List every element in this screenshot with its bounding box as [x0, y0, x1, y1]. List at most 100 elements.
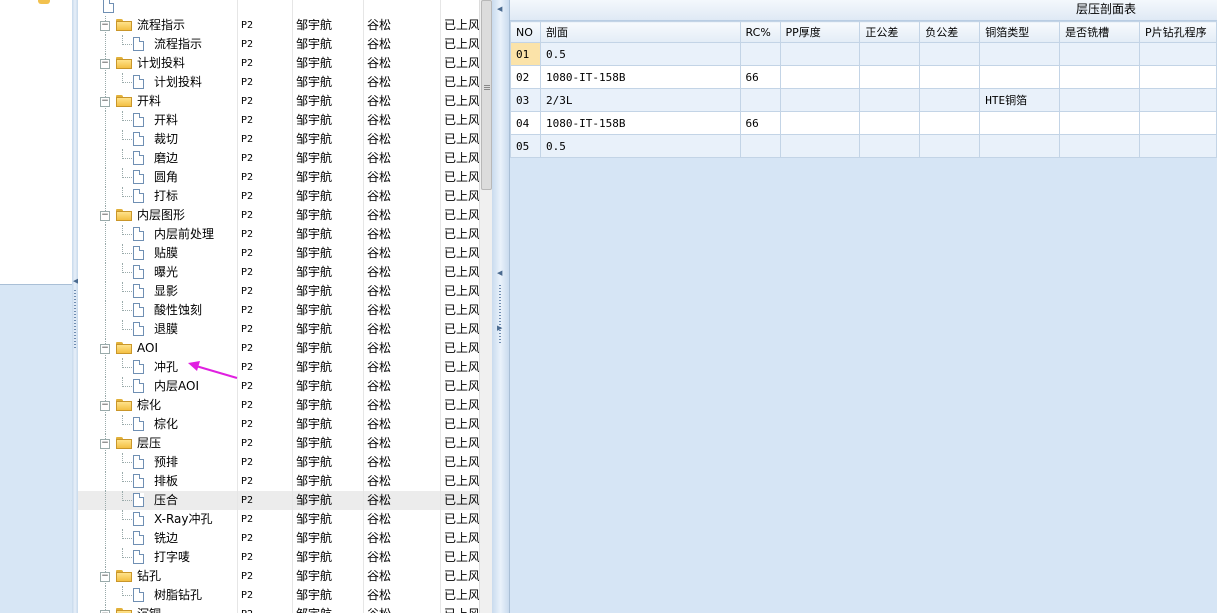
tree-node[interactable]: 内层AOI [78, 377, 233, 396]
table-cell[interactable]: 1080-IT-158B [539, 111, 741, 135]
tree-item-row[interactable]: 圆角 P2 邹宇航 谷松 已上风 [78, 168, 479, 187]
tree-node[interactable]: 预排 [78, 453, 233, 472]
table-cell[interactable] [739, 134, 781, 158]
tree-item-row[interactable]: 裁切 P2 邹宇航 谷松 已上风 [78, 130, 479, 149]
collapse-toggle-icon[interactable]: − [100, 344, 110, 354]
tree-node[interactable]: − 层压 [78, 434, 233, 453]
row-number-cell[interactable]: 05 [510, 134, 541, 158]
collapse-right-arrow-icon[interactable]: ◀ [497, 6, 502, 13]
tree-node[interactable]: 曝光 [78, 263, 233, 282]
tree-node[interactable]: 树脂钻孔 [78, 586, 233, 605]
tree-node[interactable] [78, 0, 233, 16]
tree-item-row[interactable]: 曝光 P2 邹宇航 谷松 已上风 [78, 263, 479, 282]
tree-node[interactable]: 退膜 [78, 320, 233, 339]
table-cell[interactable] [859, 65, 921, 89]
table-cell[interactable] [859, 88, 921, 112]
table-cell[interactable] [859, 42, 921, 66]
table-row[interactable]: 01 0.5 [510, 42, 1217, 66]
tree-node[interactable]: 压合 [78, 491, 233, 510]
table-cell[interactable] [1059, 88, 1140, 112]
center-splitter[interactable]: ◀ ◀ ▶ [492, 0, 510, 613]
table-cell[interactable] [919, 88, 981, 112]
row-number-cell[interactable]: 03 [510, 88, 541, 112]
table-cell[interactable] [979, 42, 1061, 66]
tree-node[interactable]: − 内层图形 [78, 206, 233, 225]
tree-item-row[interactable]: 棕化 P2 邹宇航 谷松 已上风 [78, 415, 479, 434]
table-cell[interactable] [1138, 88, 1217, 112]
tree-item-row[interactable]: 磨边 P2 邹宇航 谷松 已上风 [78, 149, 479, 168]
tree-item-row[interactable]: 内层AOI P2 邹宇航 谷松 已上风 [78, 377, 479, 396]
table-cell[interactable]: 1080-IT-158B [539, 65, 741, 89]
table-cell[interactable]: 66 [739, 111, 781, 135]
expand-left-arrow-icon[interactable]: ◀ [497, 270, 502, 277]
tree-node[interactable]: 计划投料 [78, 73, 233, 92]
row-number-cell[interactable]: 04 [510, 111, 541, 135]
table-row[interactable]: 05 0.5 [510, 134, 1217, 158]
tree-folder-row[interactable]: − 棕化 P2 邹宇航 谷松 已上风 [78, 396, 479, 415]
tree-node[interactable]: − 棕化 [78, 396, 233, 415]
tree-node[interactable]: − 开料 [78, 92, 233, 111]
tree-vertical-scrollbar[interactable] [479, 0, 493, 613]
table-cell[interactable]: 0.5 [539, 134, 741, 158]
row-number-cell[interactable]: 02 [510, 65, 541, 89]
table-cell[interactable] [1138, 65, 1217, 89]
table-cell[interactable] [739, 88, 781, 112]
table-cell[interactable]: 2/3L [539, 88, 741, 112]
table-row[interactable]: 03 2/3L HTE铜箔 [510, 88, 1217, 112]
column-header[interactable]: NO [510, 21, 541, 43]
table-cell[interactable] [1059, 111, 1140, 135]
tree-node[interactable]: 开料 [78, 111, 233, 130]
tree-node[interactable]: 打字唛 [78, 548, 233, 567]
tree-item-row[interactable]: 压合 P2 邹宇航 谷松 已上风 [78, 491, 479, 510]
table-cell[interactable] [779, 88, 861, 112]
table-cell[interactable] [919, 42, 981, 66]
table-cell[interactable]: HTE铜箔 [979, 88, 1061, 112]
tree-folder-row[interactable]: − 内层图形 P2 邹宇航 谷松 已上风 [78, 206, 479, 225]
lamination-profile-table[interactable]: NO 剖面 RC% PP厚度 正公差 负公差 铜箔类型 是否铣槽 P片钻孔程序 01 0.5 02 1… [510, 21, 1217, 158]
tree-node[interactable]: − 流程指示 [78, 16, 233, 35]
tree-node[interactable]: 打标 [78, 187, 233, 206]
table-cell[interactable] [919, 65, 981, 89]
row-number-cell[interactable]: 01 [510, 42, 541, 66]
collapse-toggle-icon[interactable]: − [100, 572, 110, 582]
tree-item-row[interactable]: 开料 P2 邹宇航 谷松 已上风 [78, 111, 479, 130]
table-cell[interactable] [1138, 134, 1217, 158]
collapse-toggle-icon[interactable]: − [100, 401, 110, 411]
tree-node[interactable]: 棕化 [78, 415, 233, 434]
tree-node[interactable]: 排板 [78, 472, 233, 491]
column-header[interactable]: PP厚度 [779, 21, 861, 43]
tree-item-row[interactable]: 贴膜 P2 邹宇航 谷松 已上风 [78, 244, 479, 263]
tree-folder-row[interactable]: − 流程指示 P2 邹宇航 谷松 已上风 [78, 16, 479, 35]
collapse-toggle-icon[interactable]: − [100, 21, 110, 31]
table-cell[interactable] [779, 134, 861, 158]
column-header[interactable]: 铜箔类型 [979, 21, 1061, 43]
table-cell[interactable]: 0.5 [539, 42, 741, 66]
collapse-toggle-icon[interactable]: − [100, 97, 110, 107]
tree-node[interactable]: −沉铜 [78, 605, 233, 613]
tree-node[interactable]: 显影 [78, 282, 233, 301]
column-header[interactable]: 正公差 [859, 21, 921, 43]
tree-item-row[interactable]: 打字唛 P2 邹宇航 谷松 已上风 [78, 548, 479, 567]
tree-node[interactable]: − 计划投料 [78, 54, 233, 73]
tree-item-row[interactable]: 显影 P2 邹宇航 谷松 已上风 [78, 282, 479, 301]
tree-node[interactable]: 内层前处理 [78, 225, 233, 244]
table-cell[interactable] [979, 134, 1061, 158]
tree-item-row[interactable]: 预排 P2 邹宇航 谷松 已上风 [78, 453, 479, 472]
tree-folder-row[interactable]: − 钻孔 P2 邹宇航 谷松 已上风 [78, 567, 479, 586]
tree-item-row[interactable]: 计划投料 P2 邹宇航 谷松 已上风 [78, 73, 479, 92]
collapse-toggle-icon[interactable]: − [100, 439, 110, 449]
tree-node[interactable]: 流程指示 [78, 35, 233, 54]
tree-item-row[interactable]: X-Ray冲孔 P2 邹宇航 谷松 已上风 [78, 510, 479, 529]
tree-folder-row[interactable]: − 层压 P2 邹宇航 谷松 已上风 [78, 434, 479, 453]
tree-node[interactable]: − 钻孔 [78, 567, 233, 586]
tree-node[interactable]: 铣边 [78, 529, 233, 548]
tree-folder-row[interactable]: − AOI P2 邹宇航 谷松 已上风 [78, 339, 479, 358]
table-cell[interactable] [1059, 42, 1140, 66]
tree-item-row[interactable]: 酸性蚀刻 P2 邹宇航 谷松 已上风 [78, 301, 479, 320]
tree-node[interactable]: X-Ray冲孔 [78, 510, 233, 529]
tree-item-row[interactable]: 内层前处理 P2 邹宇航 谷松 已上风 [78, 225, 479, 244]
tree-node[interactable]: 酸性蚀刻 [78, 301, 233, 320]
expand-right-arrow-icon[interactable]: ▶ [497, 325, 502, 332]
collapse-toggle-icon[interactable]: − [100, 211, 110, 221]
tree-node[interactable]: 冲孔 [78, 358, 233, 377]
